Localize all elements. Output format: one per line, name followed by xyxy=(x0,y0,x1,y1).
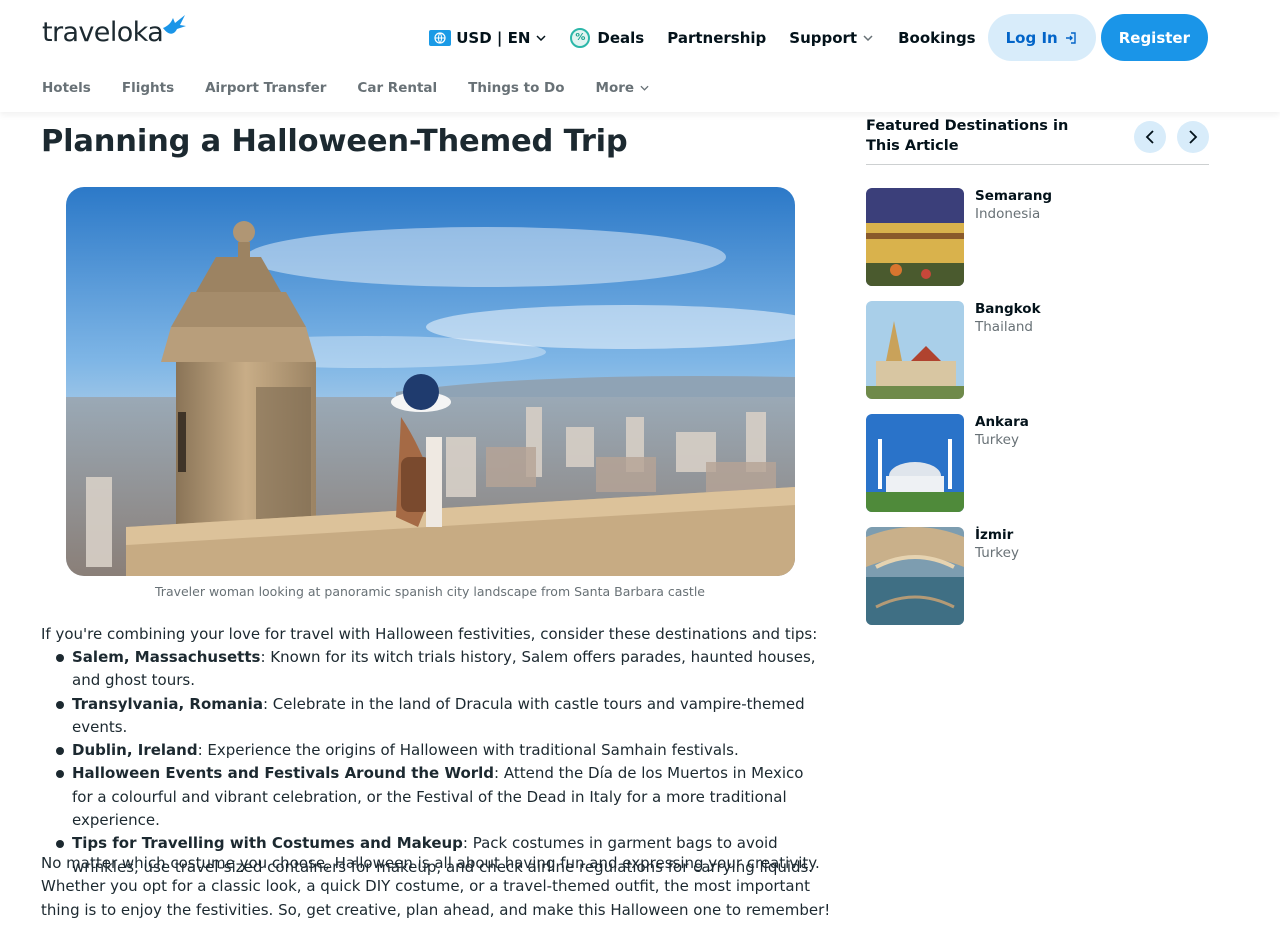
subnav-flights[interactable]: Flights xyxy=(122,80,174,96)
chevron-down-icon xyxy=(863,34,873,41)
subnav-car-rental[interactable]: Car Rental xyxy=(357,80,437,96)
chevron-left-icon xyxy=(1145,130,1154,144)
castle-panorama-illustration xyxy=(66,187,795,576)
bird-icon xyxy=(163,15,187,34)
destination-city: Semarang xyxy=(975,188,1053,204)
destination-card-bangkok[interactable]: Bangkok Thailand xyxy=(866,301,1209,399)
sidebar-divider xyxy=(866,164,1209,165)
destination-country: Turkey xyxy=(975,545,1019,561)
subnav-hotels[interactable]: Hotels xyxy=(42,80,91,96)
chevron-down-icon xyxy=(536,34,546,41)
discount-icon: % xyxy=(570,27,591,48)
destination-country: Turkey xyxy=(975,432,1019,448)
logo-text: traveloka xyxy=(42,17,164,48)
deals-link[interactable]: % Deals xyxy=(570,27,645,48)
list-item: Transylvania, Romania: Celebrate in the … xyxy=(56,693,821,740)
destination-city: Bangkok xyxy=(975,301,1041,317)
bookings-link[interactable]: Bookings xyxy=(898,29,976,47)
subnav-things-to-do[interactable]: Things to Do xyxy=(468,80,564,96)
support-menu[interactable]: Support xyxy=(789,29,873,47)
tip-name: Dublin, Ireland xyxy=(72,741,198,760)
tip-name: Salem, Massachusetts xyxy=(72,648,261,666)
register-button[interactable]: Register xyxy=(1100,14,1208,61)
subnav-more[interactable]: More xyxy=(596,80,650,96)
site-header: traveloka USD | EN % Deals Partnership S… xyxy=(0,0,1280,112)
destination-card-semarang[interactable]: Semarang Indonesia xyxy=(866,188,1209,286)
login-icon xyxy=(1065,31,1076,44)
destination-card-izmir[interactable]: İzmir Turkey xyxy=(866,527,1209,625)
destination-country: Thailand xyxy=(975,319,1033,335)
chevron-right-icon xyxy=(1189,130,1198,144)
destination-thumbnail xyxy=(866,414,964,512)
carousel-next-button[interactable] xyxy=(1177,121,1209,153)
subnav-airport-transfer[interactable]: Airport Transfer xyxy=(205,80,326,96)
chevron-down-icon xyxy=(640,85,649,91)
intro-paragraph: If you're combining your love for travel… xyxy=(41,625,818,643)
destination-country: Indonesia xyxy=(975,206,1041,222)
destination-thumbnail xyxy=(866,527,964,625)
product-navigation: Hotels Flights Airport Transfer Car Rent… xyxy=(42,80,680,96)
tip-text: : Experience the origins of Halloween wi… xyxy=(197,741,739,760)
destination-thumbnail xyxy=(866,188,964,286)
destination-card-ankara[interactable]: Ankara Turkey xyxy=(866,414,1209,512)
bookings-label: Bookings xyxy=(898,28,976,47)
more-label: More xyxy=(595,80,635,96)
destination-tips-list: Salem, Massachusetts: Known for its witc… xyxy=(56,646,821,879)
partnership-link[interactable]: Partnership xyxy=(667,29,766,47)
carousel-prev-button[interactable] xyxy=(1134,121,1166,153)
list-item: Salem, Massachusetts: Known for its witc… xyxy=(56,646,821,693)
hero-image xyxy=(66,187,795,576)
partnership-label: Partnership xyxy=(667,28,767,47)
featured-destinations-title: Featured Destinations in This Article xyxy=(866,118,1069,154)
currency-language-selector[interactable]: USD | EN xyxy=(429,29,546,47)
closing-paragraph: No matter which costume you choose, Hall… xyxy=(41,854,831,919)
login-button[interactable]: Log In xyxy=(987,14,1096,61)
tip-name: Halloween Events and Festivals Around th… xyxy=(72,764,495,783)
login-label: Log In xyxy=(1005,28,1058,47)
destination-thumbnail xyxy=(866,301,964,399)
tip-name: Tips for Travelling with Costumes and Ma… xyxy=(72,834,463,853)
featured-destinations-list: Semarang Indonesia Bangkok Thailand Anka… xyxy=(866,188,1209,640)
traveloka-logo[interactable]: traveloka xyxy=(42,15,187,50)
article-title: Planning a Halloween-Themed Trip xyxy=(41,124,628,159)
list-item: Halloween Events and Festivals Around th… xyxy=(56,762,821,832)
support-label: Support xyxy=(789,28,858,47)
destination-city: İzmir xyxy=(975,527,1014,543)
list-item: Dublin, Ireland: Experience the origins … xyxy=(56,739,821,762)
register-label: Register xyxy=(1118,28,1190,47)
top-navigation: USD | EN % Deals Partnership Support Boo… xyxy=(429,14,1208,61)
deals-label: Deals xyxy=(597,28,645,47)
destination-city: Ankara xyxy=(975,414,1029,430)
image-caption: Traveler woman looking at panoramic span… xyxy=(155,584,705,599)
globe-flag-icon xyxy=(429,29,452,46)
currency-language-label: USD | EN xyxy=(456,28,531,47)
tip-name: Transylvania, Romania xyxy=(72,694,263,713)
